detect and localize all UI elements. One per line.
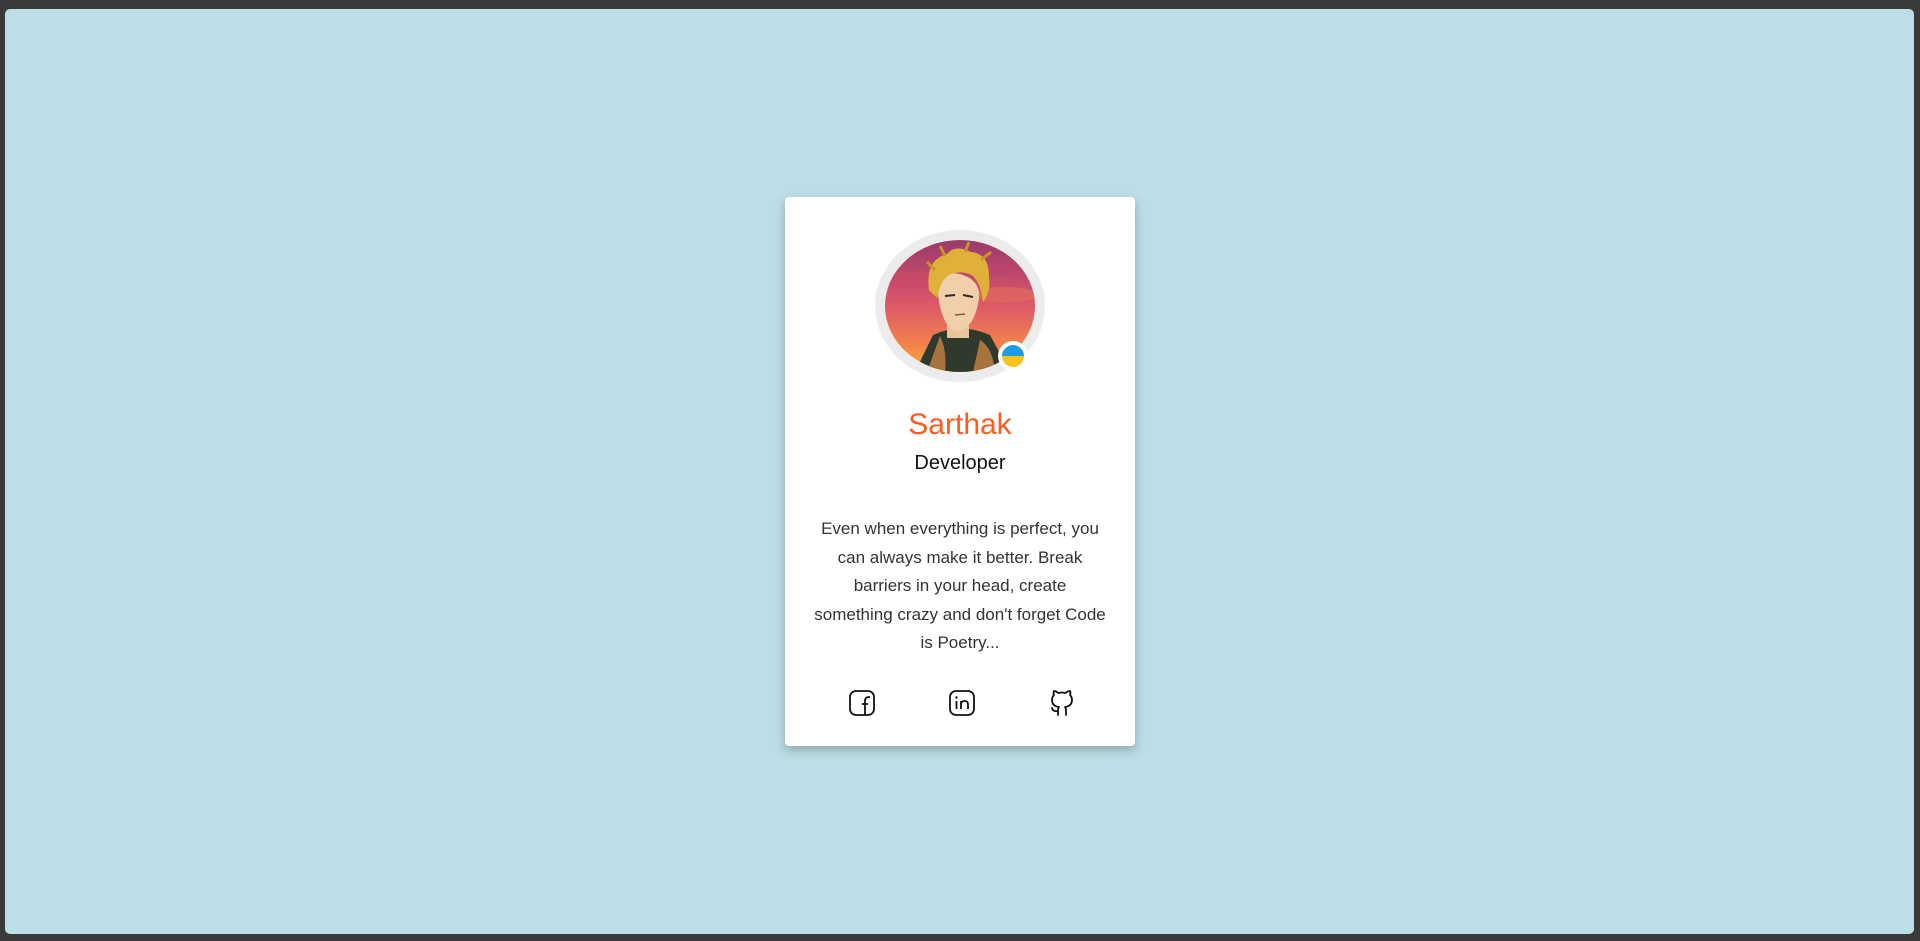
profile-bio: Even when everything is perfect, you can…: [814, 519, 1106, 652]
avatar-ring: [875, 230, 1045, 382]
linkedin-link[interactable]: [946, 687, 978, 719]
status-badge: [998, 341, 1028, 371]
github-icon: [1051, 690, 1073, 716]
facebook-icon: [849, 690, 875, 716]
github-link[interactable]: [1046, 687, 1078, 719]
linkedin-icon: [949, 690, 975, 716]
status-flag-icon: [1002, 345, 1024, 367]
profile-role: Developer: [914, 452, 1006, 474]
window-frame: [0, 0, 1920, 9]
profile-card: Sarthak Developer Even when everything i…: [785, 197, 1135, 746]
profile-name: Sarthak: [908, 408, 1012, 441]
facebook-link[interactable]: [846, 687, 878, 719]
social-links: [785, 687, 1135, 719]
